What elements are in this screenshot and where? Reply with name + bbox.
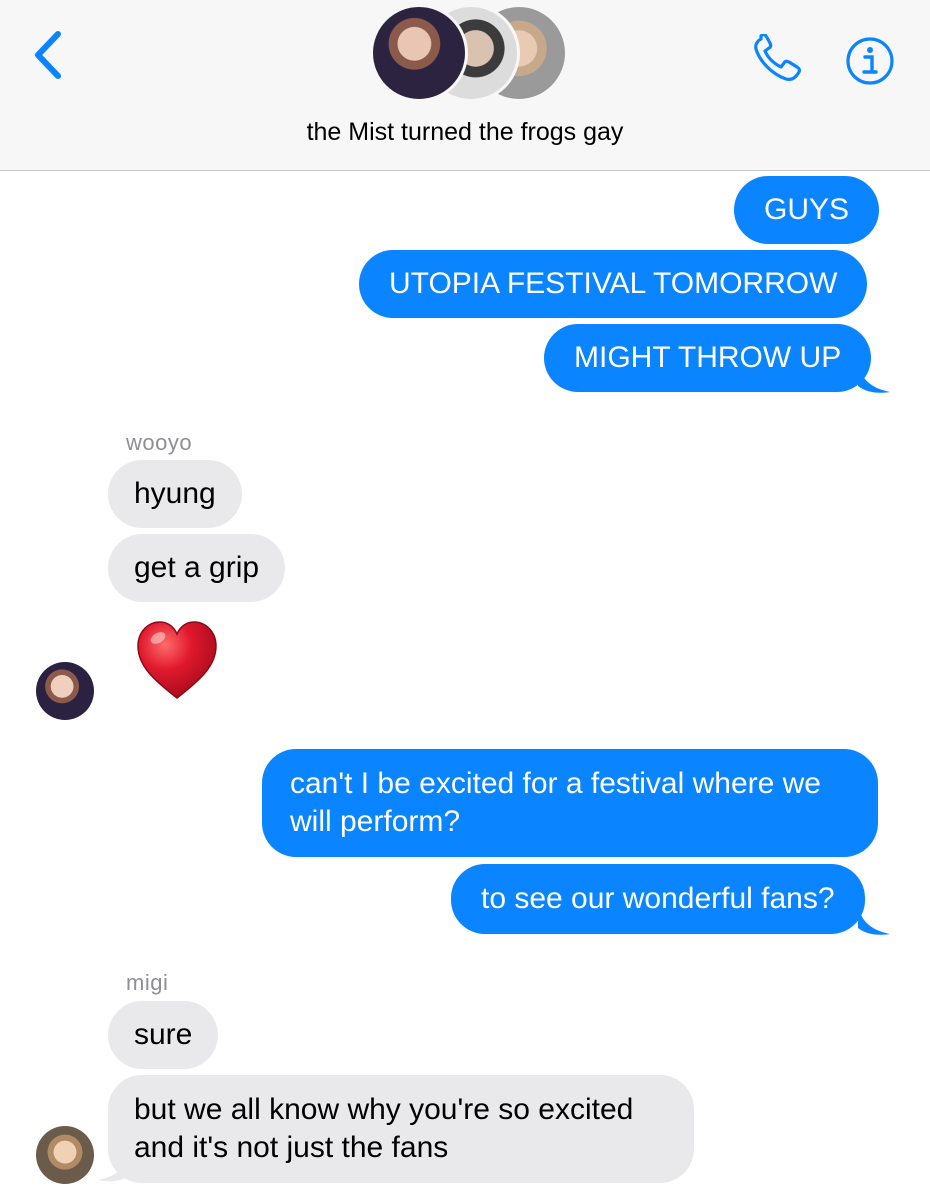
message-line: but we all know why you're so excited	[134, 1093, 634, 1126]
conversation-header: the Mist turned the frogs gay	[0, 0, 930, 171]
outgoing-message[interactable]: can't I be excited for a festival where …	[262, 749, 878, 857]
incoming-message[interactable]: get a grip	[108, 534, 286, 602]
sender-avatar[interactable]	[36, 1126, 94, 1184]
incoming-message[interactable]: but we all know why you're so excited an…	[108, 1075, 694, 1183]
group-member-avatar	[370, 4, 468, 102]
phone-icon	[754, 32, 801, 81]
info-icon	[846, 37, 894, 85]
outgoing-message[interactable]: MIGHT THROW UP	[544, 324, 872, 392]
group-avatars[interactable]	[370, 4, 568, 102]
incoming-message[interactable]: hyung	[108, 460, 242, 528]
sender-name: wooyo	[126, 430, 193, 455]
message-line: and it's not just the fans	[134, 1131, 449, 1164]
bubble-tail	[858, 904, 890, 935]
message-line: will perform?	[290, 805, 461, 838]
sender-name: migi	[126, 970, 169, 995]
message-line: can't I be excited for a festival where …	[290, 767, 821, 800]
outgoing-message[interactable]: GUYS	[734, 176, 880, 244]
outgoing-message[interactable]: to see our wonderful fans?	[451, 864, 865, 934]
bubble-tail	[858, 362, 890, 393]
chevron-left-icon	[35, 31, 61, 79]
incoming-message[interactable]: sure	[108, 1001, 219, 1069]
outgoing-message[interactable]: UTOPIA FESTIVAL TOMORROW	[359, 250, 868, 318]
back-button[interactable]	[30, 30, 70, 80]
red-heart-emoji[interactable]	[134, 618, 220, 704]
conversation-title[interactable]: the Mist turned the frogs gay	[0, 118, 930, 147]
sender-avatar[interactable]	[36, 662, 94, 720]
call-button[interactable]	[752, 32, 806, 84]
bubble-tail	[98, 1150, 130, 1182]
info-button[interactable]	[845, 36, 895, 86]
